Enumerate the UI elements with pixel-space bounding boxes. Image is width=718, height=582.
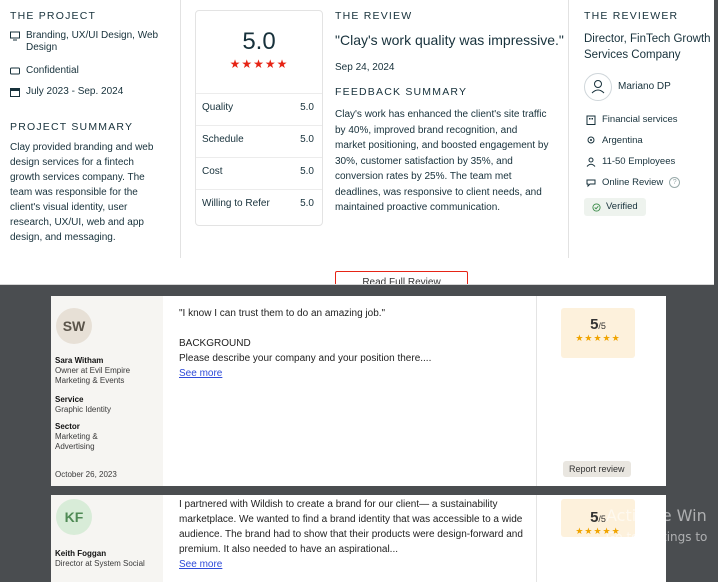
person-icon — [586, 157, 596, 167]
read-full-review-button[interactable]: Read Full Review — [335, 271, 468, 284]
sector-info: Sector Marketing & Advertising — [55, 422, 125, 452]
score-label: Quality — [202, 102, 234, 113]
project-summary-text: Clay provided branding and web design se… — [10, 142, 154, 243]
score-value: 5.0 — [300, 102, 314, 113]
reviewer-heading: THE REVIEWER — [584, 10, 679, 22]
project-budget-text: Confidential — [26, 65, 79, 76]
sector-label: Sector — [55, 422, 80, 431]
see-more-link[interactable]: See more — [179, 368, 222, 379]
score-value: 5.0 — [300, 134, 314, 145]
divider — [536, 296, 537, 486]
review-quote: "Clay's work quality was impressive." — [335, 32, 564, 48]
report-review-button[interactable]: Report review — [563, 461, 631, 477]
score-row-cost: Cost 5.0 — [202, 166, 314, 177]
reviewer-sidebar: SW Sara Witham Owner at Evil Empire Mark… — [51, 296, 163, 486]
score-value: 5.0 — [300, 198, 314, 209]
score-row-willing-to-refer: Willing to Refer 5.0 — [202, 198, 314, 209]
rating-max: /5 — [598, 321, 606, 331]
reviewer-name: Mariano DP — [618, 81, 671, 92]
avatar: KF — [56, 499, 92, 535]
reviewer-name: Sara Witham — [55, 356, 104, 365]
project-dates: July 2023 - Sep. 2024 — [10, 86, 123, 97]
reviewer-industry: Financial services — [586, 114, 678, 125]
service-value: Graphic Identity — [55, 405, 112, 414]
reviewer-info: Keith Foggan Director at System Social — [55, 549, 159, 569]
reviewer-review-type-text: Online Review — [602, 177, 664, 188]
divider — [536, 495, 537, 582]
avatar: SW — [56, 308, 92, 344]
score-row-quality: Quality 5.0 — [202, 102, 314, 113]
service-label: Service — [55, 395, 84, 404]
project-dates-text: July 2023 - Sep. 2024 — [26, 86, 124, 97]
reviewer-role: Director at System Social — [55, 559, 145, 568]
background-label: BACKGROUND — [179, 338, 251, 349]
reviewer-size-text: 11-50 Employees — [602, 156, 676, 167]
reviewer-name: Keith Foggan — [55, 549, 107, 558]
review-card: SW Sara Witham Owner at Evil Empire Mark… — [51, 296, 666, 486]
reviewer-location: Argentina — [586, 135, 643, 146]
review-text: I partnered with Wildish to create a bra… — [179, 499, 523, 555]
background-text: Please describe your company and your po… — [179, 353, 432, 364]
service-info: Service Graphic Identity — [55, 395, 159, 415]
project-service: Branding, UX/UI Design, Web Design — [10, 30, 160, 54]
review-heading: THE REVIEW — [335, 10, 413, 22]
reviewer-review-type: Online Review ? — [586, 177, 681, 188]
score-card: 5.0 ★★★★★ Quality 5.0 Schedule 5.0 Cost 5.0… — [195, 10, 323, 226]
project-summary-heading: PROJECT SUMMARY — [10, 121, 134, 133]
review-quote: "I know I can trust them to do an amazin… — [179, 308, 386, 319]
score-divider — [196, 157, 322, 158]
info-icon[interactable]: ? — [669, 177, 681, 188]
check-circle-icon — [592, 202, 601, 212]
divider — [568, 0, 569, 258]
review-date: Sep 24, 2024 — [335, 62, 395, 73]
rating-box: 5/5 ★★★★★ — [561, 308, 635, 358]
chat-bubble-icon — [586, 179, 596, 188]
location-pin-icon — [587, 136, 595, 144]
score-label: Schedule — [202, 134, 244, 145]
reviewer-role: Owner at Evil Empire Marketing & Events — [55, 366, 131, 385]
score-divider — [196, 125, 322, 126]
score-divider — [196, 93, 322, 94]
activation-watermark-title: Activate Win — [606, 506, 707, 525]
sector-value: Marketing & Advertising — [55, 432, 98, 451]
review-date: October 26, 2023 — [55, 470, 117, 479]
score-row-schedule: Schedule 5.0 — [202, 134, 314, 145]
reviewer-sidebar: KF Keith Foggan Director at System Socia… — [51, 495, 163, 582]
project-service-text: Branding, UX/UI Design, Web Design — [26, 30, 159, 53]
see-more-link[interactable]: See more — [179, 559, 222, 570]
project-budget: Confidential — [10, 65, 79, 76]
feedback-text: Clay's work has enhanced the client's si… — [335, 109, 549, 213]
project-heading: THE PROJECT — [10, 10, 97, 22]
user-avatar-icon — [584, 73, 612, 101]
verified-text: Verified — [606, 201, 638, 212]
reviewer-industry-text: Financial services — [602, 114, 678, 125]
reviewer-title: Director, FinTech Growth Services Compan… — [584, 33, 711, 61]
building-icon — [586, 115, 596, 125]
score-label: Willing to Refer — [202, 198, 270, 209]
rating-max: /5 — [598, 514, 606, 524]
divider — [180, 0, 181, 258]
score-value: 5.0 — [300, 166, 314, 177]
project-review-panel: THE PROJECT Branding, UX/UI Design, Web … — [0, 0, 714, 285]
feedback-heading: FEEDBACK SUMMARY — [335, 86, 468, 98]
score-divider — [196, 189, 322, 190]
reviewer-size: 11-50 Employees — [586, 156, 675, 167]
monitor-icon — [10, 31, 20, 41]
review-card: KF Keith Foggan Director at System Socia… — [51, 495, 666, 582]
verified-badge: Verified — [584, 198, 646, 216]
reviewer-location-text: Argentina — [602, 135, 643, 146]
rating-stars: ★★★★★ — [575, 333, 621, 343]
reviewer-info: Sara Witham Owner at Evil Empire Marketi… — [55, 356, 159, 386]
tag-icon — [10, 67, 20, 75]
overall-score: 5.0 — [242, 28, 276, 55]
activation-watermark-subtitle: Go to Settings to — [606, 530, 708, 544]
calendar-icon — [10, 88, 20, 97]
overall-stars: ★★★★★ — [229, 57, 289, 71]
score-label: Cost — [202, 166, 223, 177]
